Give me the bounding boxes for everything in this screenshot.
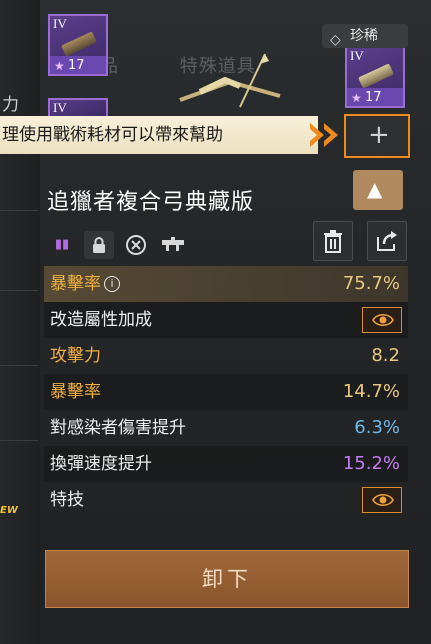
delete-button[interactable] (313, 221, 353, 261)
stat-label: 特技 (50, 490, 84, 510)
item-count: 17 (68, 58, 85, 73)
stat-row: 特技 (44, 482, 408, 518)
stat-label: 暴擊率 (50, 274, 101, 294)
info-icon[interactable]: i (104, 276, 120, 292)
stat-value: 6.3% (354, 417, 400, 438)
lock-icon[interactable] (84, 231, 114, 259)
stat-row: 攻擊力 8.2 (44, 338, 408, 374)
item-name: 追獵者複合弓典藏版 (47, 190, 255, 215)
plus-icon: + (368, 120, 390, 150)
item-card[interactable]: IV (48, 98, 108, 116)
unequip-button[interactable]: 卸下 (45, 550, 409, 608)
divider (0, 290, 38, 291)
stat-row: 暴擊率 i 75.7% (44, 266, 408, 302)
divider (0, 365, 38, 366)
stat-label: 對感染者傷害提升 (50, 418, 186, 438)
background-text: 力 (2, 95, 19, 115)
target-icon[interactable] (121, 231, 151, 259)
tier-label: IV (350, 48, 364, 63)
stat-label: 換彈速度提升 (50, 454, 152, 474)
brand-button[interactable]: ▲ (353, 170, 403, 210)
ammo-icon[interactable]: ▮▮ (47, 231, 77, 259)
tier-label: IV (53, 16, 67, 31)
stats-table: 暴擊率 i 75.7% 改造屬性加成 攻擊力 8.2 暴擊率 14.7% 對感染者… (44, 266, 408, 518)
stat-label: 暴擊率 (50, 382, 101, 402)
stat-row: 對感染者傷害提升 6.3% (44, 410, 408, 446)
stat-row: 暴擊率 14.7% (44, 374, 408, 410)
star-icon: ★ (351, 91, 362, 105)
bow-image (179, 53, 281, 108)
eye-icon (372, 493, 394, 507)
stat-label: 改造屬性加成 (50, 310, 152, 330)
stat-value: 8.2 (371, 345, 400, 366)
background-left-panel: 力 EW (0, 0, 40, 644)
share-button[interactable] (367, 221, 407, 261)
stat-value: 75.7% (342, 273, 400, 294)
divider (0, 210, 38, 211)
brand-icon: ▲ (367, 177, 383, 201)
tip-banner: 理使用戰術耗材可以帶來幫助 (0, 116, 318, 154)
scope-icon[interactable] (158, 231, 188, 259)
trash-icon (324, 230, 342, 253)
share-icon (377, 231, 397, 251)
stat-value: 15.2% (342, 453, 400, 474)
view-details-button[interactable] (362, 307, 402, 333)
item-image (358, 63, 394, 89)
new-badge: EW (0, 505, 18, 516)
item-card[interactable]: IV ★ 17 (48, 14, 108, 76)
item-count: 17 (365, 90, 382, 105)
item-image (61, 31, 97, 57)
stat-value: 14.7% (342, 381, 400, 402)
stat-label: 攻擊力 (50, 346, 101, 366)
eye-icon (372, 313, 394, 327)
stat-row: 改造屬性加成 (44, 302, 408, 338)
add-consumable-button[interactable]: + (344, 114, 410, 158)
chevron-right-icon (324, 123, 338, 147)
rarity-label: 珍稀 (350, 28, 378, 44)
item-card[interactable]: IV ★ 17 (345, 46, 405, 108)
stat-row: 換彈速度提升 15.2% (44, 446, 408, 482)
view-details-button[interactable] (362, 487, 402, 513)
tier-label: IV (53, 100, 67, 115)
divider (0, 440, 38, 441)
diamond-icon: ◇ (330, 32, 341, 48)
star-icon: ★ (54, 59, 65, 73)
rarity-badge: ◇ 珍稀 (322, 24, 408, 48)
